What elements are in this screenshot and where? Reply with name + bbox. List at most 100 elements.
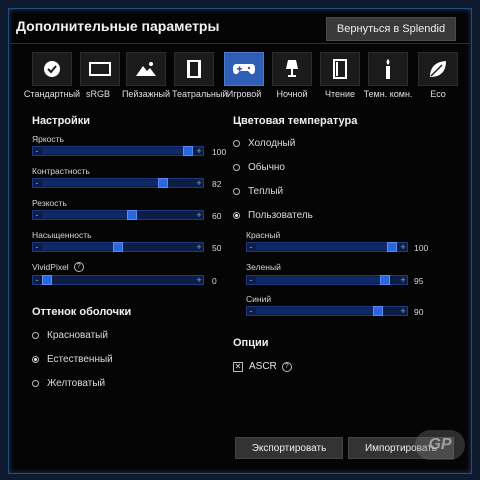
radio-dot [32,380,39,387]
slider-thumb[interactable] [113,242,123,252]
plus-icon[interactable]: + [399,243,407,252]
help-icon[interactable]: ? [73,262,84,272]
preset-label: Темн. комн. [363,89,413,99]
saturation-value: 50 [212,243,222,253]
preset-night[interactable]: Ночной [270,52,314,99]
vividpixel-slider[interactable]: - + [32,275,204,285]
sharpness-value: 60 [212,211,222,221]
plus-icon[interactable]: + [399,307,407,316]
temp-cool-radio[interactable]: Холодный [233,138,295,149]
minus-icon[interactable]: - [33,276,41,285]
minus-icon[interactable]: - [33,179,41,188]
tint-yellowish-radio[interactable]: Желтоватый [32,378,105,389]
radio-dot [233,140,240,147]
tint-natural-radio[interactable]: Естественный [32,354,113,365]
radio-label: Пользователь [248,210,313,221]
temp-user-radio[interactable]: Пользователь [233,210,313,221]
green-label: Зеленый [246,262,281,272]
preset-label: Стандартный [23,89,81,99]
sharpness-label: Резкость [32,198,67,208]
red-value: 100 [414,243,429,253]
contrast-label: Контрастность [32,166,90,176]
sharpness-slider[interactable]: - + [32,210,204,220]
blue-slider[interactable]: - + [246,306,408,316]
preset-label: Театральный [172,89,228,99]
back-to-splendid-button[interactable]: Вернуться в Splendid [326,17,456,41]
preset-label: Игровой [226,89,262,99]
export-button[interactable]: Экспортировать [235,437,343,459]
minus-icon[interactable]: - [247,243,255,252]
temp-normal-radio[interactable]: Обычно [233,162,285,173]
preset-label: Ночной [276,89,308,99]
preset-label: Пейзажный [121,89,171,99]
slider-thumb[interactable] [380,275,390,285]
preset-standard[interactable]: Стандартный [22,52,82,99]
radio-label: Обычно [248,162,285,173]
plus-icon[interactable]: + [195,243,203,252]
preset-reading[interactable]: Чтение [318,52,362,99]
minus-icon[interactable]: - [33,147,41,156]
plus-icon[interactable]: + [195,276,203,285]
preset-label: sRGB [85,89,110,99]
ascr-checkbox[interactable]: ✕ ASCR ? [233,361,292,372]
red-slider[interactable]: - + [246,242,408,252]
tint-reddish-radio[interactable]: Красноватый [32,330,108,341]
radio-label: Красноватый [47,330,108,341]
slider-fill [256,277,384,283]
plus-icon[interactable]: + [195,211,203,220]
plus-icon[interactable]: + [195,179,203,188]
preset-landscape[interactable]: Пейзажный [120,52,172,99]
slider-fill [42,148,190,154]
green-slider[interactable]: - + [246,275,408,285]
help-icon[interactable]: ? [281,361,292,372]
blue-label: Синий [246,294,272,304]
contrast-slider[interactable]: - + [32,178,204,188]
slider-fill [256,244,392,250]
temp-warm-radio[interactable]: Теплый [233,186,283,197]
checkbox-checked-icon: ✕ [233,361,243,372]
radio-dot [233,188,240,195]
minus-icon[interactable]: - [247,276,255,285]
slider-thumb[interactable] [387,242,397,252]
preset-eco[interactable]: Eco [416,52,460,99]
minus-icon[interactable]: - [33,243,41,252]
radio-dot [233,212,240,219]
book-icon [320,52,360,86]
preset-gaming[interactable]: Игровой [222,52,266,99]
slider-thumb[interactable] [127,210,137,220]
slider-thumb[interactable] [42,275,52,285]
blue-value: 90 [414,307,424,317]
brightness-slider[interactable]: - + [32,146,204,156]
gamepad-icon [224,52,264,86]
radio-label: Желтоватый [47,378,106,389]
site-watermark-logo: GP [415,430,465,460]
check-icon [32,52,72,86]
plus-icon[interactable]: + [195,147,203,156]
saturation-label: Насыщенность [32,230,92,240]
mountain-icon [126,52,166,86]
radio-dot [233,164,240,171]
brightness-label: Яркость [32,134,64,144]
minus-icon[interactable]: - [247,307,255,316]
green-value: 95 [414,276,424,286]
red-label: Красный [246,230,281,240]
preset-darkroom[interactable]: Темн. комн. [362,52,414,99]
slider-thumb[interactable] [158,178,168,188]
slider-fill [42,244,114,250]
plus-icon[interactable]: + [399,276,407,285]
radio-label: Естественный [47,354,113,365]
slider-fill [42,212,130,218]
slider-thumb[interactable] [373,306,383,316]
minus-icon[interactable]: - [33,211,41,220]
radio-label: Теплый [248,186,284,197]
slider-thumb[interactable] [183,146,193,156]
options-section-title: Опции [233,337,269,349]
saturation-slider[interactable]: - + [32,242,204,252]
slider-fill [256,308,376,314]
color-temp-section-title: Цветовая температура [233,115,358,127]
radio-label: Холодный [248,138,296,149]
preset-srgb[interactable]: sRGB [80,52,120,99]
preset-label: Чтение [324,89,356,99]
preset-theater[interactable]: Театральный [172,52,228,99]
settings-section-title: Настройки [32,115,91,127]
